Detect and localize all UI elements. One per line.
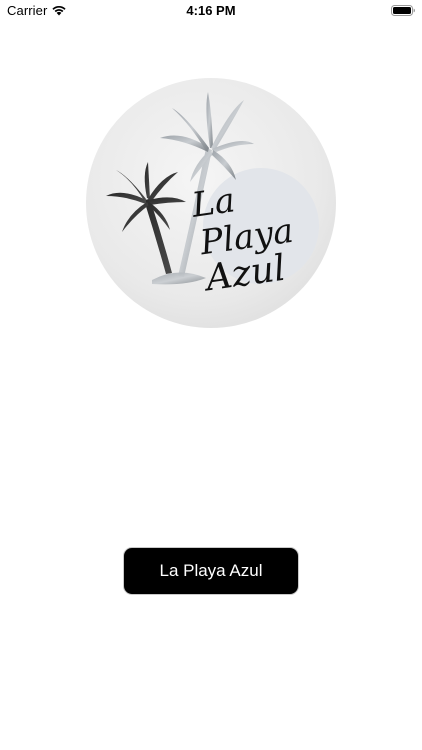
la-playa-azul-button[interactable]: La Playa Azul	[123, 547, 299, 595]
logo-text-line-1: La	[189, 180, 238, 226]
status-bar: Carrier 4:16 PM	[0, 0, 422, 22]
la-playa-azul-logo: La Playa Azul	[86, 78, 336, 328]
battery-icon	[391, 5, 415, 16]
clock-time: 4:16 PM	[186, 3, 236, 18]
